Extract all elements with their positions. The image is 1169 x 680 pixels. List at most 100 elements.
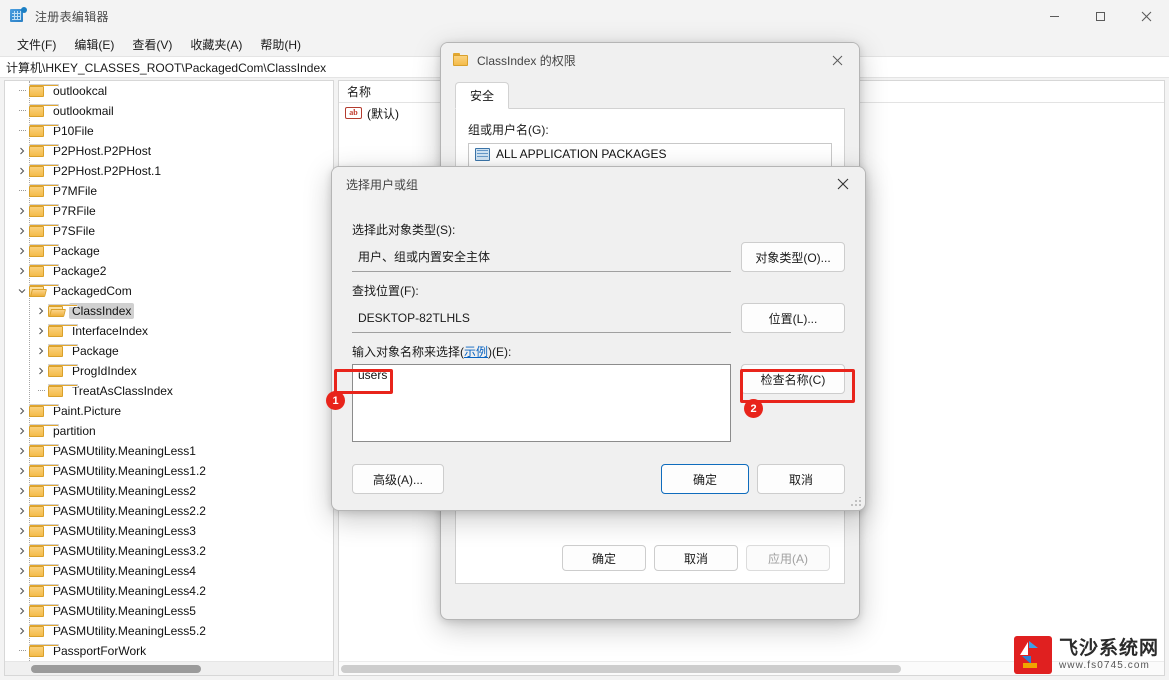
chevron-right-icon[interactable]	[15, 201, 29, 221]
tree-item[interactable]: PASMUtility.MeaningLess2	[5, 481, 333, 501]
tree-horizontal-scrollbar[interactable]	[5, 661, 333, 675]
permissions-cancel-button[interactable]: 取消	[654, 545, 738, 571]
tree-item[interactable]: Package	[5, 241, 333, 261]
chevron-right-icon[interactable]	[15, 581, 29, 601]
select-dialog-close-icon[interactable]	[821, 167, 865, 201]
folder-icon	[29, 404, 59, 418]
examples-link[interactable]: 示例	[464, 345, 488, 359]
tree-leaf-connector	[34, 381, 48, 401]
permissions-ok-button[interactable]: 确定	[562, 545, 646, 571]
tree-item[interactable]: P7SFile	[5, 221, 333, 241]
tab-security[interactable]: 安全	[455, 82, 510, 109]
chevron-right-icon[interactable]	[15, 481, 29, 501]
tree-scrollbar-thumb[interactable]	[31, 665, 201, 673]
select-cancel-button[interactable]: 取消	[757, 464, 845, 494]
folder-icon	[48, 344, 78, 358]
tree-item[interactable]: ProgIdIndex	[5, 361, 333, 381]
column-header-name[interactable]: 名称	[339, 81, 449, 103]
tree-item-label: PASMUtility.MeaningLess3	[53, 524, 196, 538]
folder-icon	[29, 504, 59, 518]
tree-item[interactable]: PASMUtility.MeaningLess3.2	[5, 541, 333, 561]
tree-item[interactable]: PASMUtility.MeaningLess5.2	[5, 621, 333, 641]
menu-file[interactable]: 文件(F)	[8, 33, 65, 56]
tree-item-label: outlookcal	[53, 84, 108, 98]
object-type-button[interactable]: 对象类型(O)...	[741, 242, 845, 272]
string-value-icon: ab	[345, 107, 362, 119]
tree-item[interactable]: InterfaceIndex	[5, 321, 333, 341]
tree-item[interactable]: PASMUtility.MeaningLess4.2	[5, 581, 333, 601]
tree-item[interactable]: Package	[5, 341, 333, 361]
tree-item[interactable]: P2PHost.P2PHost.1	[5, 161, 333, 181]
tree-item-label: InterfaceIndex	[72, 324, 149, 338]
chevron-right-icon[interactable]	[15, 561, 29, 581]
tree-item[interactable]: PASMUtility.MeaningLess1	[5, 441, 333, 461]
chevron-down-icon[interactable]	[15, 281, 29, 301]
location-input[interactable]: DESKTOP-82TLHLS	[352, 303, 731, 333]
tree-item[interactable]: PASMUtility.MeaningLess2.2	[5, 501, 333, 521]
tree-item[interactable]: Package2	[5, 261, 333, 281]
chevron-right-icon[interactable]	[15, 501, 29, 521]
object-names-textarea[interactable]: users	[352, 364, 731, 442]
tree-item[interactable]: PassportForWork	[5, 641, 333, 661]
chevron-right-icon[interactable]	[34, 321, 48, 341]
chevron-right-icon[interactable]	[15, 261, 29, 281]
values-scrollbar-thumb[interactable]	[341, 665, 901, 673]
tree-item[interactable]: PASMUtility.MeaningLess1.2	[5, 461, 333, 481]
chevron-right-icon[interactable]	[15, 241, 29, 261]
tree-item[interactable]: outlookmail	[5, 101, 333, 121]
tree-item[interactable]: P7RFile	[5, 201, 333, 221]
tree-item[interactable]: P10File	[5, 121, 333, 141]
chevron-right-icon[interactable]	[15, 541, 29, 561]
menu-view[interactable]: 查看(V)	[123, 33, 181, 56]
chevron-right-icon[interactable]	[15, 161, 29, 181]
permissions-close-icon[interactable]	[815, 43, 859, 77]
menu-favorites[interactable]: 收藏夹(A)	[181, 33, 251, 56]
close-icon[interactable]	[1123, 0, 1169, 32]
tree-item[interactable]: outlookcal	[5, 81, 333, 101]
chevron-right-icon[interactable]	[34, 301, 48, 321]
group-user-item[interactable]: ALL APPLICATION PACKAGES	[469, 144, 831, 164]
object-names-label: 输入对象名称来选择(示例)(E):	[352, 343, 845, 360]
chevron-right-icon[interactable]	[15, 601, 29, 621]
minimize-icon[interactable]	[1031, 0, 1077, 32]
select-ok-button[interactable]: 确定	[661, 464, 749, 494]
tree-item[interactable]: ClassIndex	[5, 301, 333, 321]
object-type-input[interactable]: 用户、组或内置安全主体	[352, 242, 731, 272]
tree-item[interactable]: Paint.Picture	[5, 401, 333, 421]
advanced-button[interactable]: 高级(A)...	[352, 464, 444, 494]
registry-tree-pane[interactable]: outlookcal outlookmail P10File P2PHost.P2PH…	[4, 80, 334, 676]
chevron-right-icon[interactable]	[34, 361, 48, 381]
object-names-row: users 检查名称(C)	[352, 364, 845, 442]
menu-help[interactable]: 帮助(H)	[251, 33, 310, 56]
chevron-right-icon[interactable]	[15, 461, 29, 481]
chevron-right-icon[interactable]	[15, 521, 29, 541]
folder-icon	[453, 53, 469, 67]
check-names-button[interactable]: 检查名称(C)	[741, 364, 845, 394]
tree-item[interactable]: P2PHost.P2PHost	[5, 141, 333, 161]
chevron-right-icon[interactable]	[15, 221, 29, 241]
tree-item[interactable]: PASMUtility.MeaningLess5	[5, 601, 333, 621]
tree-item[interactable]: P7MFile	[5, 181, 333, 201]
tree-item-label: PASMUtility.MeaningLess5	[53, 604, 196, 618]
folder-icon	[29, 444, 59, 458]
tree-item[interactable]: PASMUtility.MeaningLess3	[5, 521, 333, 541]
menu-edit[interactable]: 编辑(E)	[65, 33, 123, 56]
tree-item-label: outlookmail	[53, 104, 114, 118]
maximize-icon[interactable]	[1077, 0, 1123, 32]
tree-item-label: PASMUtility.MeaningLess2.2	[53, 504, 206, 518]
tree-item[interactable]: partition	[5, 421, 333, 441]
chevron-right-icon[interactable]	[15, 401, 29, 421]
chevron-right-icon[interactable]	[15, 441, 29, 461]
chevron-right-icon[interactable]	[15, 621, 29, 641]
tree-item[interactable]: PackagedCom	[5, 281, 333, 301]
titlebar: 注册表编辑器	[0, 0, 1169, 32]
tree-item[interactable]: TreatAsClassIndex	[5, 381, 333, 401]
location-button[interactable]: 位置(L)...	[741, 303, 845, 333]
resize-grip[interactable]	[851, 497, 861, 507]
tree-item-label: ProgIdIndex	[72, 364, 137, 378]
tree-item[interactable]: PASMUtility.MeaningLess4	[5, 561, 333, 581]
chevron-right-icon[interactable]	[15, 141, 29, 161]
chevron-right-icon[interactable]	[34, 341, 48, 361]
tree-item-label: PASMUtility.MeaningLess1.2	[53, 464, 206, 478]
chevron-right-icon[interactable]	[15, 421, 29, 441]
